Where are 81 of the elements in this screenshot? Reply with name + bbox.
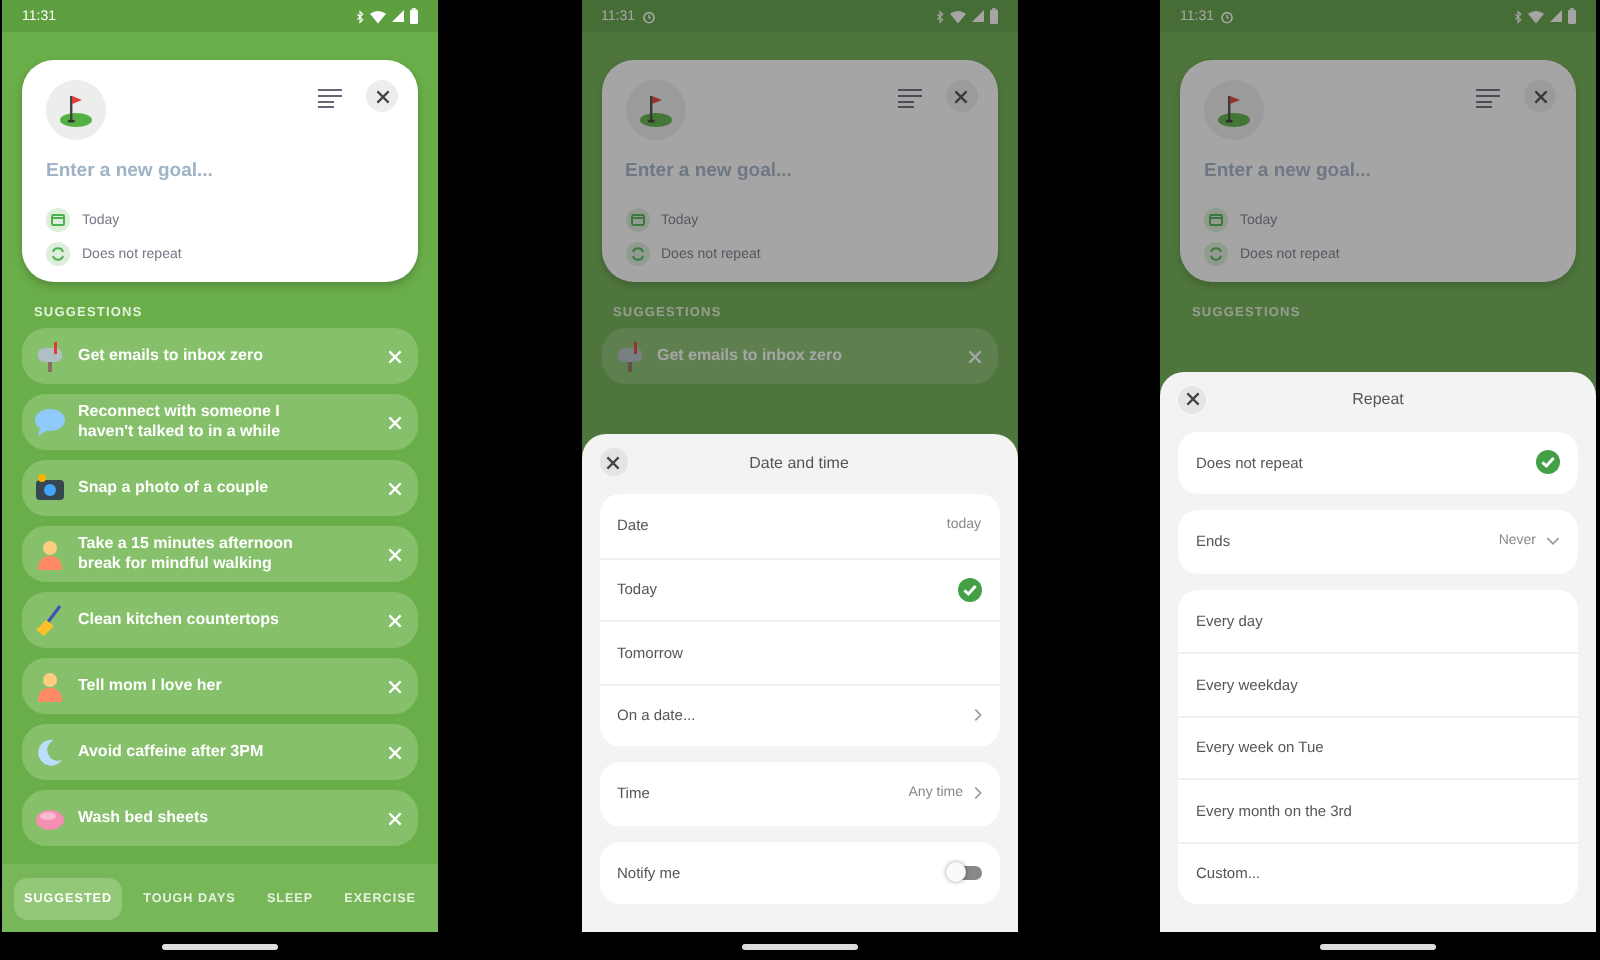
suggestion-item[interactable]: Tell mom I love her	[22, 658, 418, 714]
home-indicator	[162, 943, 278, 949]
dismiss-icon[interactable]	[388, 349, 402, 363]
golf-flag-icon	[1204, 80, 1264, 140]
suggestion-text: Take a 15 minutes afternoon break for mindful walking	[78, 534, 295, 574]
dismiss-icon[interactable]	[388, 811, 402, 825]
suggestion-text: Get emails to inbox zero	[78, 346, 265, 366]
bluetooth-icon	[935, 9, 943, 23]
moon-icon	[34, 736, 66, 768]
dismiss-icon[interactable]	[388, 613, 402, 627]
person-icon	[34, 538, 66, 570]
goal-input-field[interactable]: Enter a new goal...	[46, 160, 386, 182]
dismiss-icon[interactable]	[388, 415, 402, 429]
suggestion-text: Snap a photo of a couple	[78, 478, 271, 498]
sheet-title: Repeat	[1350, 390, 1406, 408]
broom-icon	[34, 604, 66, 636]
close-button[interactable]	[945, 80, 977, 112]
suggestion-text: Avoid caffeine after 3PM	[78, 742, 266, 762]
battery-icon	[1568, 8, 1576, 24]
suggestion-text: Get emails to inbox zero	[657, 346, 844, 366]
wifi-icon	[949, 9, 965, 23]
calendar-icon	[1204, 208, 1228, 232]
list-icon[interactable]	[318, 88, 342, 108]
suggestion-text: Clean kitchen countertops	[78, 610, 281, 630]
suggestion-item[interactable]: Clean kitchen countertops	[22, 592, 418, 648]
dismiss-icon[interactable]	[388, 745, 402, 759]
close-icon	[1533, 89, 1547, 103]
golf-flag-icon	[625, 80, 685, 140]
calendar-icon	[625, 208, 649, 232]
goal-input-field[interactable]: Enter a new goal...	[1204, 160, 1544, 182]
repeat-icon	[625, 242, 649, 266]
calendar-icon	[46, 208, 70, 232]
home-indicator	[1320, 943, 1436, 949]
signal-icon	[971, 10, 983, 22]
suggestion-item[interactable]: Take a 15 minutes afternoon break for mindful walking	[22, 526, 418, 582]
wifi-icon	[370, 9, 386, 23]
dismiss-icon[interactable]	[967, 349, 981, 363]
bluetooth-icon	[356, 9, 364, 23]
goal-input-field[interactable]: Enter a new goal...	[625, 160, 965, 182]
battery-icon	[410, 8, 418, 24]
close-button[interactable]	[366, 80, 398, 112]
close-button[interactable]	[599, 448, 627, 476]
bluetooth-icon	[1514, 9, 1522, 23]
suggestion-text: Tell mom I love her	[78, 676, 224, 696]
suggestion-text: Reconnect with someone I haven't talked to in a while	[78, 402, 283, 442]
signal-icon	[1550, 10, 1562, 22]
dismiss-icon[interactable]	[388, 679, 402, 693]
suggestion-item[interactable]: Wash bed sheets	[22, 790, 418, 846]
suggestion-item[interactable]: Get emails to inbox zero	[22, 328, 418, 384]
person-icon	[34, 670, 66, 702]
suggestion-item[interactable]: Avoid caffeine after 3PM	[22, 724, 418, 780]
suggestion-item[interactable]: Snap a photo of a couple	[22, 460, 418, 516]
mailbox-icon	[613, 340, 645, 372]
chevron-right-icon	[973, 708, 981, 723]
golf-flag-icon	[46, 80, 106, 140]
close-button[interactable]	[1524, 80, 1556, 112]
mailbox-icon	[34, 340, 66, 372]
home-indicator	[741, 943, 857, 949]
wifi-icon	[1528, 9, 1544, 23]
speech-bubble-icon	[34, 406, 66, 438]
close-icon	[954, 89, 968, 103]
repeat-icon	[46, 242, 70, 266]
repeat-icon	[1204, 242, 1228, 266]
camera-icon	[34, 472, 66, 504]
close-icon	[1185, 392, 1199, 406]
signal-icon	[392, 10, 404, 22]
dismiss-icon[interactable]	[388, 481, 402, 495]
battery-icon	[989, 8, 997, 24]
sheet-title: Date and time	[747, 453, 851, 471]
toggle-switch[interactable]	[949, 865, 981, 880]
dismiss-icon[interactable]	[388, 547, 402, 561]
list-icon[interactable]	[1476, 88, 1500, 108]
close-icon	[606, 455, 620, 469]
suggestion-item[interactable]: Reconnect with someone I haven't talked to in a while	[22, 394, 418, 450]
suggestion-text: Wash bed sheets	[78, 808, 211, 828]
chevron-right-icon	[973, 786, 981, 801]
suggestion-item[interactable]: Get emails to inbox zero	[601, 328, 997, 384]
list-icon[interactable]	[897, 88, 921, 108]
chevron-down-icon	[1546, 536, 1560, 547]
close-icon	[375, 89, 389, 103]
close-button[interactable]	[1178, 385, 1206, 413]
